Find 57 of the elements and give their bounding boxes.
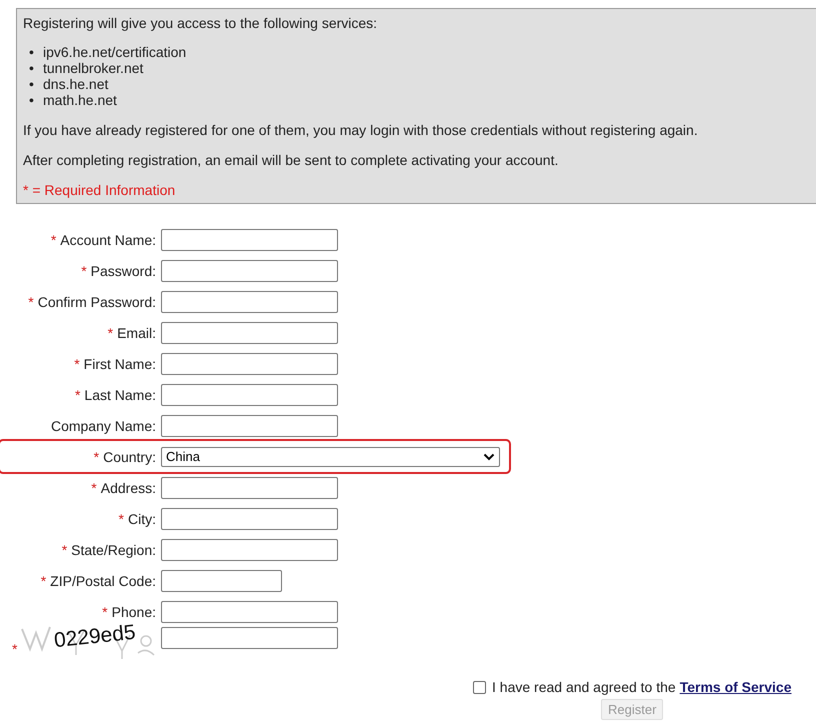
service-item: math.he.net [43, 92, 117, 108]
service-item: ipv6.he.net/certification [43, 44, 186, 60]
required-mark: * [28, 294, 34, 310]
country-select[interactable]: China [161, 446, 500, 466]
input-field[interactable] [161, 414, 338, 436]
required-note: * = Required Information [23, 182, 176, 198]
required-mark: * [118, 510, 124, 526]
required-mark: * [50, 232, 56, 248]
required-mark: * [102, 604, 108, 620]
field-label: Address: [100, 480, 156, 496]
field-label: Password: [90, 262, 156, 278]
service-item: dns.he.net [43, 76, 108, 92]
field-label: First Name: [84, 356, 156, 372]
captcha-image: 0229ed5 [18, 621, 158, 661]
field-label: Last Name: [84, 386, 156, 402]
required-mark: * [40, 572, 46, 588]
bullet: • [29, 76, 35, 92]
terms-checkbox[interactable] [473, 680, 486, 694]
required-mark: * [91, 480, 97, 496]
info-text: If you have already registered for one of them, you may login with those credentials without registering again. [23, 122, 699, 138]
field-label: Confirm Password: [38, 294, 156, 310]
terms-text: I have read and agreed to the [492, 679, 676, 695]
input-field[interactable] [161, 476, 338, 498]
input-field[interactable] [161, 260, 338, 282]
service-item: tunnelbroker.net [43, 60, 144, 76]
input-field[interactable] [161, 322, 338, 344]
field-label: State/Region: [71, 542, 156, 558]
bullet: • [29, 60, 35, 76]
field-label: Account Name: [60, 232, 156, 248]
field-label: ZIP/Postal Code: [50, 572, 156, 588]
captcha-field[interactable] [161, 627, 338, 649]
input-field[interactable] [161, 600, 338, 622]
required-mark: * [12, 641, 18, 657]
field-label: Country: [103, 448, 156, 464]
info-text: After completing registration, an email will be sent to complete activating your account. [23, 152, 560, 168]
required-mark: * [108, 324, 114, 340]
required-mark: * [74, 356, 80, 372]
required-mark: * [94, 448, 100, 464]
input-field[interactable] [161, 570, 282, 592]
field-label: City: [128, 510, 156, 526]
input-field[interactable] [161, 538, 338, 560]
input-field[interactable] [161, 228, 338, 250]
input-field[interactable] [161, 384, 338, 406]
required-mark: * [62, 542, 68, 558]
terms-link[interactable]: Terms of Service [680, 679, 792, 695]
field-label: Email: [117, 324, 156, 340]
field-label: Phone: [112, 604, 156, 620]
required-mark: * [74, 386, 80, 402]
input-field[interactable] [161, 508, 338, 530]
field-label: Company Name: [50, 418, 156, 434]
input-field[interactable] [161, 352, 338, 374]
chevron-down-icon [483, 452, 495, 460]
input-field[interactable] [161, 290, 338, 312]
bullet: • [29, 44, 35, 60]
bullet: • [29, 92, 35, 108]
required-mark: * [81, 262, 87, 278]
intro-text: Registering will give you access to the following services: [23, 15, 378, 31]
